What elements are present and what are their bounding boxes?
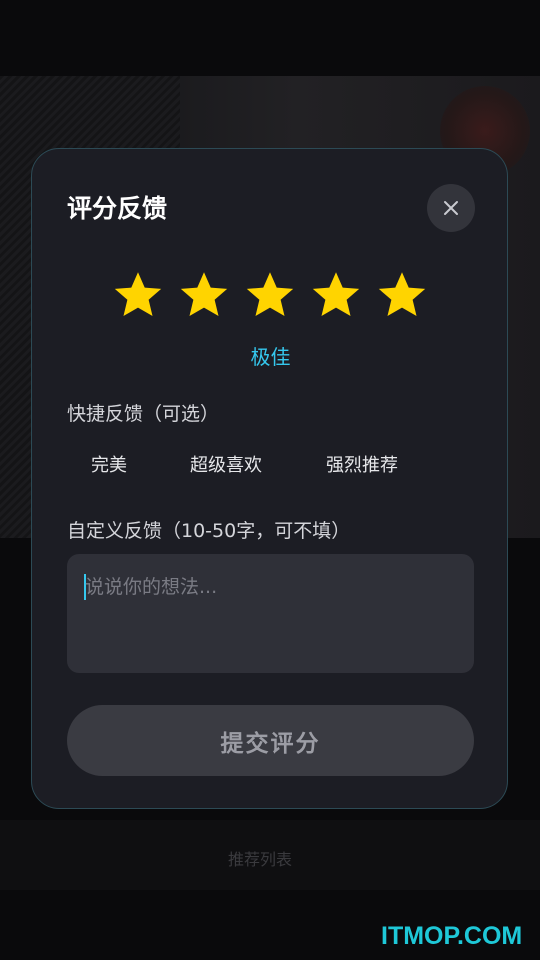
custom-feedback-input[interactable] <box>85 572 455 652</box>
close-icon <box>444 201 458 215</box>
star-2[interactable] <box>178 269 230 321</box>
dialog-title: 评分反馈 <box>67 194 168 223</box>
custom-feedback-box <box>67 554 474 673</box>
quick-feedback-label: 快捷反馈（可选） <box>67 403 220 425</box>
star-1[interactable] <box>112 269 164 321</box>
star-4[interactable] <box>310 269 362 321</box>
star-icon <box>246 272 294 317</box>
star-icon <box>114 272 162 317</box>
star-icon <box>312 272 360 317</box>
star-5[interactable] <box>376 269 428 321</box>
custom-feedback-label: 自定义反馈（10-50字，可不填） <box>67 520 351 542</box>
background-caption: 推荐列表 <box>228 850 293 869</box>
quick-feedback-option[interactable]: 完美 <box>91 451 127 477</box>
submit-rating-button[interactable]: 提交评分 <box>67 705 474 776</box>
rating-feedback-dialog: 评分反馈 极佳 快捷反馈（可选） 完美 超级喜欢 强烈推荐 自定义反馈（10-5… <box>31 148 508 809</box>
star-icon <box>180 272 228 317</box>
star-3[interactable] <box>244 269 296 321</box>
rating-label: 极佳 <box>250 345 291 369</box>
watermark: ITMOP.COM <box>381 922 523 950</box>
quick-feedback-option[interactable]: 强烈推荐 <box>326 451 398 477</box>
star-icon <box>378 272 426 317</box>
close-button[interactable] <box>427 184 475 232</box>
quick-feedback-option[interactable]: 超级喜欢 <box>190 451 262 477</box>
star-rating <box>112 269 432 325</box>
